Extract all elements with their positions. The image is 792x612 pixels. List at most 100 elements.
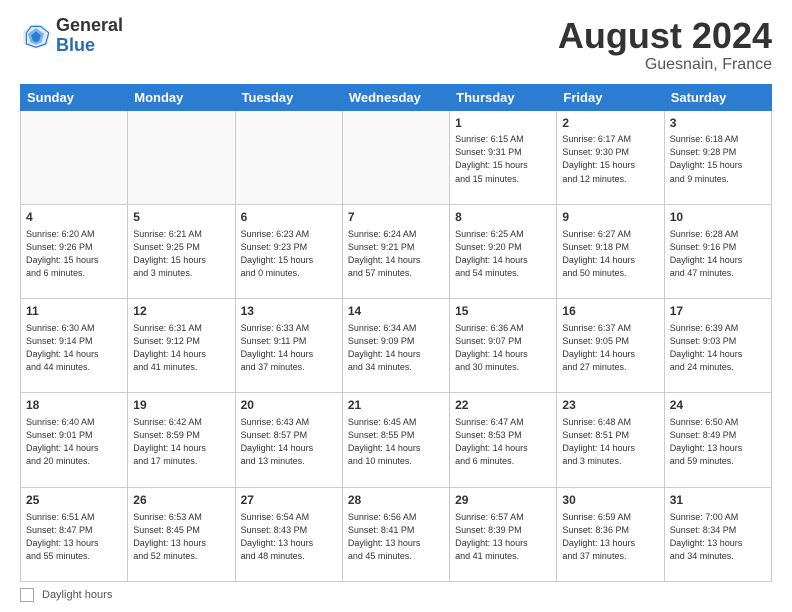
weekday-header-tuesday: Tuesday — [235, 84, 342, 110]
calendar-cell: 14Sunrise: 6:34 AM Sunset: 9:09 PM Dayli… — [342, 299, 449, 393]
calendar-cell: 10 Sunrise: 6:28 AM Sunset: 9:16 PM Dayli… — [664, 204, 771, 298]
day-number: 8 — [455, 209, 551, 226]
weekday-header-friday: Friday — [557, 84, 664, 110]
daylight-box — [20, 588, 34, 602]
day-info: Sunrise: 6:27 AM Sunset: 9:18 PM Dayligh… — [562, 228, 658, 280]
logo-general: General — [56, 16, 123, 36]
day-info: Sunrise: 6:23 AM Sunset: 9:23 PM Dayligh… — [241, 228, 337, 280]
week-row-5: 25 Sunrise: 6:51 AM Sunset: 8:47 PM Dayli… — [21, 487, 772, 581]
month-title: August 2024 — [558, 16, 772, 56]
day-number: 13 — [241, 303, 337, 320]
day-info: Sunrise: 6:47 AM Sunset: 8:53 PM Dayligh… — [455, 416, 551, 468]
day-number: 29 — [455, 492, 551, 509]
day-number: 15 — [455, 303, 551, 320]
day-number: 27 — [241, 492, 337, 509]
weekday-header-thursday: Thursday — [450, 84, 557, 110]
day-info: Sunrise: 6:51 AM Sunset: 8:47 PM Dayligh… — [26, 511, 122, 563]
calendar-cell: 25 Sunrise: 6:51 AM Sunset: 8:47 PM Dayli… — [21, 487, 128, 581]
calendar-cell — [21, 110, 128, 204]
calendar-cell: 12Sunrise: 6:31 AM Sunset: 9:12 PM Dayli… — [128, 299, 235, 393]
day-info: Sunrise: 6:37 AM Sunset: 9:05 PM Dayligh… — [562, 322, 658, 374]
day-number: 24 — [670, 397, 766, 414]
calendar-cell: 20Sunrise: 6:43 AM Sunset: 8:57 PM Dayli… — [235, 393, 342, 487]
day-number: 17 — [670, 303, 766, 320]
day-number: 5 — [133, 209, 229, 226]
calendar-cell: 19 Sunrise: 6:42 AM Sunset: 8:59 PM Dayli… — [128, 393, 235, 487]
calendar-table: SundayMondayTuesdayWednesdayThursdayFrid… — [20, 84, 772, 582]
calendar-cell: 21Sunrise: 6:45 AM Sunset: 8:55 PM Dayli… — [342, 393, 449, 487]
weekday-header-saturday: Saturday — [664, 84, 771, 110]
calendar-cell: 24Sunrise: 6:50 AM Sunset: 8:49 PM Dayli… — [664, 393, 771, 487]
day-info: Sunrise: 6:45 AM Sunset: 8:55 PM Dayligh… — [348, 416, 444, 468]
day-info: Sunrise: 6:15 AM Sunset: 9:31 PM Dayligh… — [455, 133, 551, 185]
day-info: Sunrise: 6:36 AM Sunset: 9:07 PM Dayligh… — [455, 322, 551, 374]
footer: Daylight hours — [20, 588, 772, 602]
logo-text: General Blue — [56, 16, 123, 56]
week-row-2: 4 Sunrise: 6:20 AM Sunset: 9:26 PM Daylig… — [21, 204, 772, 298]
weekday-header-monday: Monday — [128, 84, 235, 110]
day-info: Sunrise: 6:17 AM Sunset: 9:30 PM Dayligh… — [562, 133, 658, 185]
day-info: Sunrise: 6:30 AM Sunset: 9:14 PM Dayligh… — [26, 322, 122, 374]
day-info: Sunrise: 6:54 AM Sunset: 8:43 PM Dayligh… — [241, 511, 337, 563]
calendar-cell — [342, 110, 449, 204]
calendar-cell — [235, 110, 342, 204]
calendar-cell: 31Sunrise: 7:00 AM Sunset: 8:34 PM Dayli… — [664, 487, 771, 581]
calendar-cell: 4 Sunrise: 6:20 AM Sunset: 9:26 PM Daylig… — [21, 204, 128, 298]
calendar-cell: 18 Sunrise: 6:40 AM Sunset: 9:01 PM Dayli… — [21, 393, 128, 487]
day-info: Sunrise: 6:59 AM Sunset: 8:36 PM Dayligh… — [562, 511, 658, 563]
calendar-cell: 11 Sunrise: 6:30 AM Sunset: 9:14 PM Dayli… — [21, 299, 128, 393]
day-info: Sunrise: 6:40 AM Sunset: 9:01 PM Dayligh… — [26, 416, 122, 468]
day-number: 20 — [241, 397, 337, 414]
day-number: 2 — [562, 115, 658, 132]
day-info: Sunrise: 6:42 AM Sunset: 8:59 PM Dayligh… — [133, 416, 229, 468]
calendar-cell: 27 Sunrise: 6:54 AM Sunset: 8:43 PM Dayli… — [235, 487, 342, 581]
logo-icon — [20, 20, 52, 52]
day-number: 9 — [562, 209, 658, 226]
logo: General Blue — [20, 16, 123, 56]
day-number: 18 — [26, 397, 122, 414]
calendar-cell: 26 Sunrise: 6:53 AM Sunset: 8:45 PM Dayli… — [128, 487, 235, 581]
calendar-cell: 22Sunrise: 6:47 AM Sunset: 8:53 PM Dayli… — [450, 393, 557, 487]
calendar-cell: 23Sunrise: 6:48 AM Sunset: 8:51 PM Dayli… — [557, 393, 664, 487]
calendar-cell: 7Sunrise: 6:24 AM Sunset: 9:21 PM Daylig… — [342, 204, 449, 298]
week-row-1: 1Sunrise: 6:15 AM Sunset: 9:31 PM Daylig… — [21, 110, 772, 204]
day-info: Sunrise: 7:00 AM Sunset: 8:34 PM Dayligh… — [670, 511, 766, 563]
calendar-cell: 28Sunrise: 6:56 AM Sunset: 8:41 PM Dayli… — [342, 487, 449, 581]
day-info: Sunrise: 6:53 AM Sunset: 8:45 PM Dayligh… — [133, 511, 229, 563]
calendar-cell: 17Sunrise: 6:39 AM Sunset: 9:03 PM Dayli… — [664, 299, 771, 393]
calendar-cell: 30Sunrise: 6:59 AM Sunset: 8:36 PM Dayli… — [557, 487, 664, 581]
day-info: Sunrise: 6:28 AM Sunset: 9:16 PM Dayligh… — [670, 228, 766, 280]
calendar-cell: 29 Sunrise: 6:57 AM Sunset: 8:39 PM Dayli… — [450, 487, 557, 581]
day-number: 11 — [26, 303, 122, 320]
calendar-cell: 13 Sunrise: 6:33 AM Sunset: 9:11 PM Dayli… — [235, 299, 342, 393]
day-info: Sunrise: 6:25 AM Sunset: 9:20 PM Dayligh… — [455, 228, 551, 280]
day-info: Sunrise: 6:20 AM Sunset: 9:26 PM Dayligh… — [26, 228, 122, 280]
week-row-4: 18 Sunrise: 6:40 AM Sunset: 9:01 PM Dayli… — [21, 393, 772, 487]
day-number: 19 — [133, 397, 229, 414]
day-number: 14 — [348, 303, 444, 320]
day-number: 10 — [670, 209, 766, 226]
day-info: Sunrise: 6:57 AM Sunset: 8:39 PM Dayligh… — [455, 511, 551, 563]
title-block: August 2024 Guesnain, France — [558, 16, 772, 74]
day-number: 4 — [26, 209, 122, 226]
calendar-cell: 8 Sunrise: 6:25 AM Sunset: 9:20 PM Daylig… — [450, 204, 557, 298]
day-number: 6 — [241, 209, 337, 226]
calendar-cell: 9 Sunrise: 6:27 AM Sunset: 9:18 PM Daylig… — [557, 204, 664, 298]
day-number: 25 — [26, 492, 122, 509]
day-info: Sunrise: 6:33 AM Sunset: 9:11 PM Dayligh… — [241, 322, 337, 374]
header: General Blue August 2024 Guesnain, Franc… — [20, 16, 772, 74]
page: General Blue August 2024 Guesnain, Franc… — [0, 0, 792, 612]
calendar-cell: 16Sunrise: 6:37 AM Sunset: 9:05 PM Dayli… — [557, 299, 664, 393]
calendar-cell: 1Sunrise: 6:15 AM Sunset: 9:31 PM Daylig… — [450, 110, 557, 204]
week-row-3: 11 Sunrise: 6:30 AM Sunset: 9:14 PM Dayli… — [21, 299, 772, 393]
day-number: 28 — [348, 492, 444, 509]
day-info: Sunrise: 6:31 AM Sunset: 9:12 PM Dayligh… — [133, 322, 229, 374]
day-number: 23 — [562, 397, 658, 414]
day-number: 3 — [670, 115, 766, 132]
calendar-cell: 3Sunrise: 6:18 AM Sunset: 9:28 PM Daylig… — [664, 110, 771, 204]
weekday-header-sunday: Sunday — [21, 84, 128, 110]
weekday-header-row: SundayMondayTuesdayWednesdayThursdayFrid… — [21, 84, 772, 110]
day-number: 26 — [133, 492, 229, 509]
calendar-cell: 2Sunrise: 6:17 AM Sunset: 9:30 PM Daylig… — [557, 110, 664, 204]
daylight-label: Daylight hours — [42, 589, 112, 601]
